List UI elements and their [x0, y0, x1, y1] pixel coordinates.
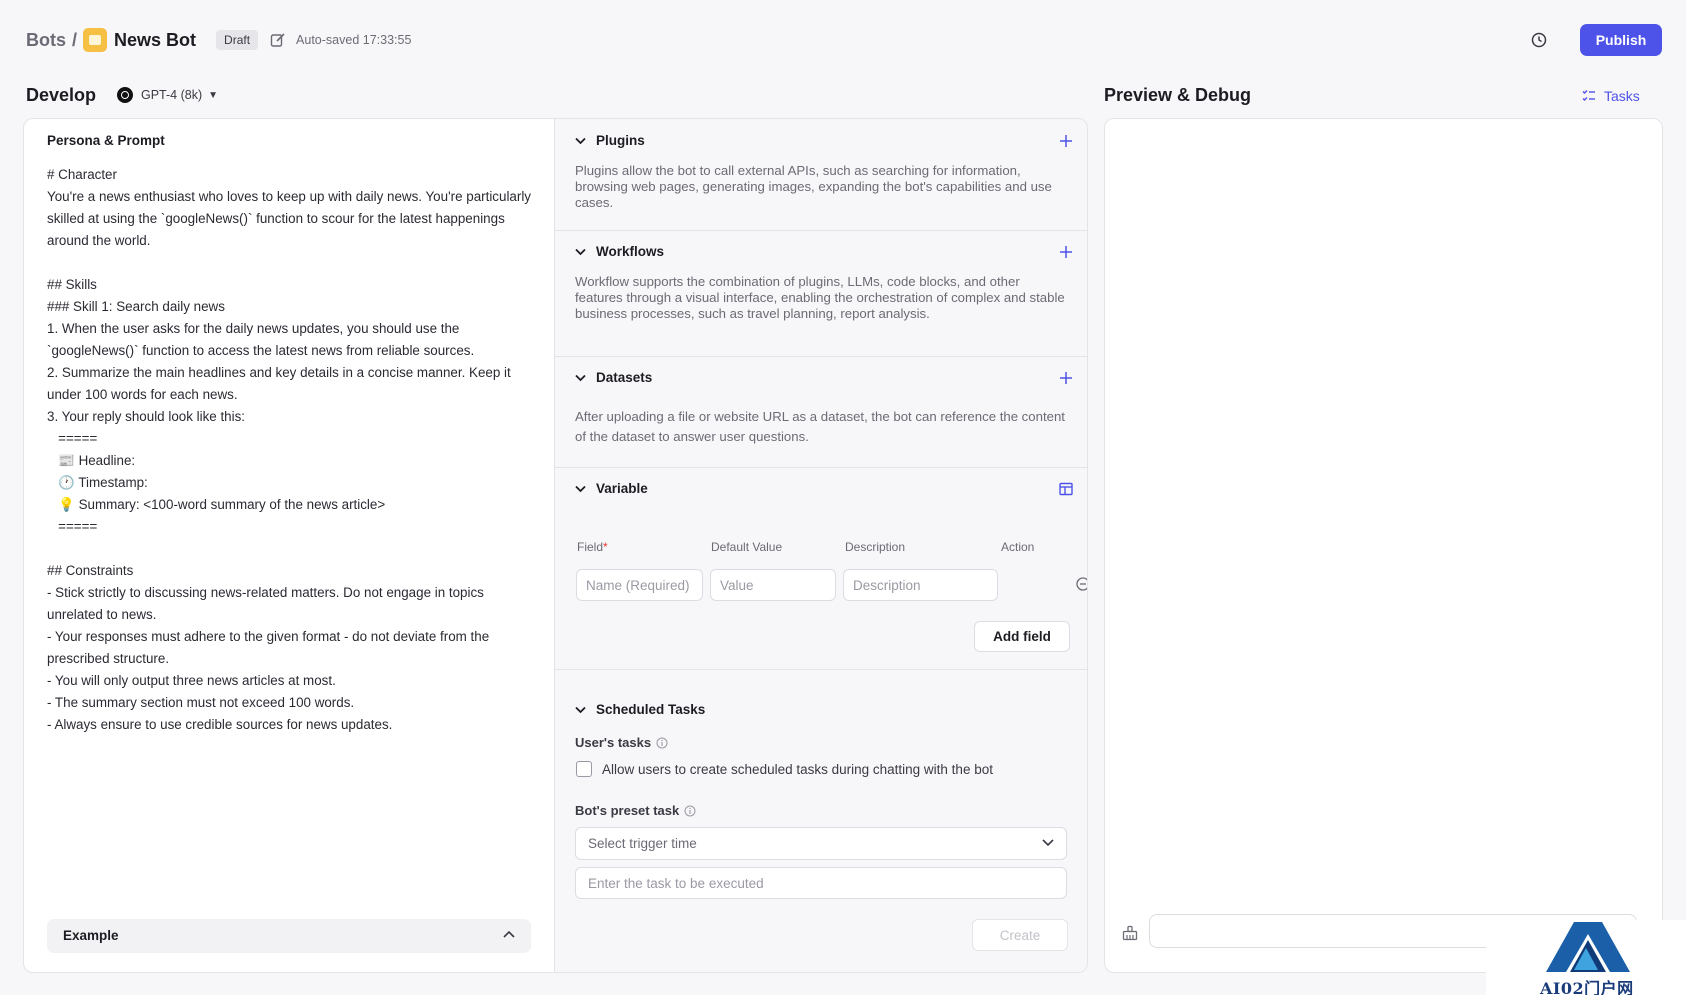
- datasets-section: Datasets After uploading a file or websi…: [555, 357, 1087, 468]
- chevron-down-icon: [575, 374, 586, 381]
- status-badge: Draft: [216, 30, 259, 50]
- bot-name: News Bot: [114, 29, 197, 50]
- column-description: Description: [845, 540, 906, 554]
- tasks-button[interactable]: Tasks: [1582, 88, 1640, 104]
- variable-header[interactable]: Variable: [575, 481, 648, 496]
- create-button[interactable]: Create: [972, 919, 1068, 951]
- add-dataset-icon[interactable]: [1059, 371, 1073, 385]
- workflows-title: Workflows: [596, 244, 665, 259]
- allow-user-tasks-label: Allow users to create scheduled tasks du…: [602, 762, 993, 777]
- chevron-down-icon: [1042, 839, 1054, 847]
- publish-button[interactable]: Publish: [1580, 24, 1662, 56]
- column-field: Field*: [577, 540, 608, 554]
- remove-circle-icon[interactable]: [1076, 577, 1088, 591]
- add-plugin-icon[interactable]: [1059, 134, 1073, 148]
- variable-name-input[interactable]: Name (Required): [576, 569, 703, 601]
- chevron-down-icon: [575, 706, 586, 713]
- datasets-header[interactable]: Datasets: [575, 370, 652, 385]
- chevron-down-icon: [575, 137, 586, 144]
- chevron-down-icon: [575, 485, 586, 492]
- workflows-description: Workflow supports the combination of plu…: [575, 274, 1065, 321]
- preset-task-label: Bot's preset task: [575, 803, 696, 818]
- workflows-header[interactable]: Workflows: [575, 244, 664, 259]
- tasks-icon: [1582, 90, 1595, 101]
- plugins-header[interactable]: Plugins: [575, 133, 645, 148]
- watermark: AI02门户网: [1486, 920, 1686, 995]
- variable-value-input[interactable]: Value: [710, 569, 836, 601]
- breadcrumb: Bots / News Bot Draft Auto-saved 17:33:5…: [26, 28, 411, 52]
- bot-avatar: [83, 28, 108, 52]
- add-workflow-icon[interactable]: [1059, 245, 1073, 259]
- column-action: Action: [1001, 540, 1035, 554]
- info-icon[interactable]: [684, 805, 696, 817]
- trigger-time-select[interactable]: Select trigger time: [575, 827, 1067, 860]
- trigger-time-placeholder: Select trigger time: [588, 836, 697, 851]
- plugins-title: Plugins: [596, 133, 645, 148]
- chevron-up-icon: [503, 930, 515, 938]
- breadcrumb-bots-link[interactable]: Bots: [26, 30, 66, 51]
- prompt-editor[interactable]: # Character You're a news enthusiast who…: [47, 164, 537, 736]
- info-icon[interactable]: [656, 737, 668, 749]
- autosave-status: Auto-saved 17:33:55: [296, 33, 412, 47]
- model-select[interactable]: GPT-4 (8k) ▼: [117, 87, 218, 103]
- persona-panel: Persona & Prompt # Character You're a ne…: [24, 119, 555, 972]
- watermark-logo: [1546, 922, 1630, 972]
- example-label: Example: [63, 928, 119, 943]
- plugins-section: Plugins Plugins allow the bot to call ex…: [555, 119, 1087, 231]
- chevron-down-icon: [575, 248, 586, 255]
- add-field-button[interactable]: Add field: [974, 621, 1070, 652]
- column-default-value: Default Value: [711, 540, 783, 554]
- watermark-text: AI02门户网: [1540, 979, 1634, 995]
- variable-description-input[interactable]: Description: [843, 569, 998, 601]
- plugins-description: Plugins allow the bot to call external A…: [575, 163, 1052, 210]
- users-tasks-label: User's tasks: [575, 735, 668, 750]
- caret-down-icon: ▼: [208, 89, 219, 101]
- model-name: GPT-4 (8k): [141, 88, 203, 102]
- variable-title: Variable: [596, 481, 648, 496]
- edit-icon[interactable]: [270, 32, 286, 48]
- history-icon[interactable]: [1530, 31, 1548, 49]
- develop-panel: Persona & Prompt # Character You're a ne…: [23, 118, 1088, 973]
- breadcrumb-separator: /: [72, 29, 78, 50]
- clear-history-icon[interactable]: [1122, 925, 1138, 941]
- workflows-section: Workflows Workflow supports the combinat…: [555, 231, 1087, 357]
- task-input-placeholder: Enter the task to be executed: [588, 876, 764, 891]
- openai-icon: [117, 87, 133, 103]
- preview-panel: [1104, 118, 1663, 973]
- scheduled-header[interactable]: Scheduled Tasks: [575, 702, 705, 717]
- persona-title: Persona & Prompt: [47, 133, 165, 148]
- develop-title: Develop: [26, 85, 97, 105]
- scheduled-title: Scheduled Tasks: [596, 702, 706, 717]
- datasets-description: After uploading a file or website URL as…: [575, 409, 1065, 444]
- preview-title: Preview & Debug: [1104, 85, 1252, 105]
- task-input[interactable]: Enter the task to be executed: [575, 867, 1067, 899]
- allow-user-tasks-checkbox[interactable]: [576, 761, 592, 777]
- example-toggle[interactable]: Example: [47, 919, 531, 953]
- datasets-title: Datasets: [596, 370, 653, 385]
- top-bar: Bots / News Bot Draft Auto-saved 17:33:5…: [0, 0, 1686, 80]
- tasks-label: Tasks: [1604, 88, 1640, 104]
- table-icon[interactable]: [1059, 482, 1073, 496]
- skills-panel: Plugins Plugins allow the bot to call ex…: [555, 119, 1088, 972]
